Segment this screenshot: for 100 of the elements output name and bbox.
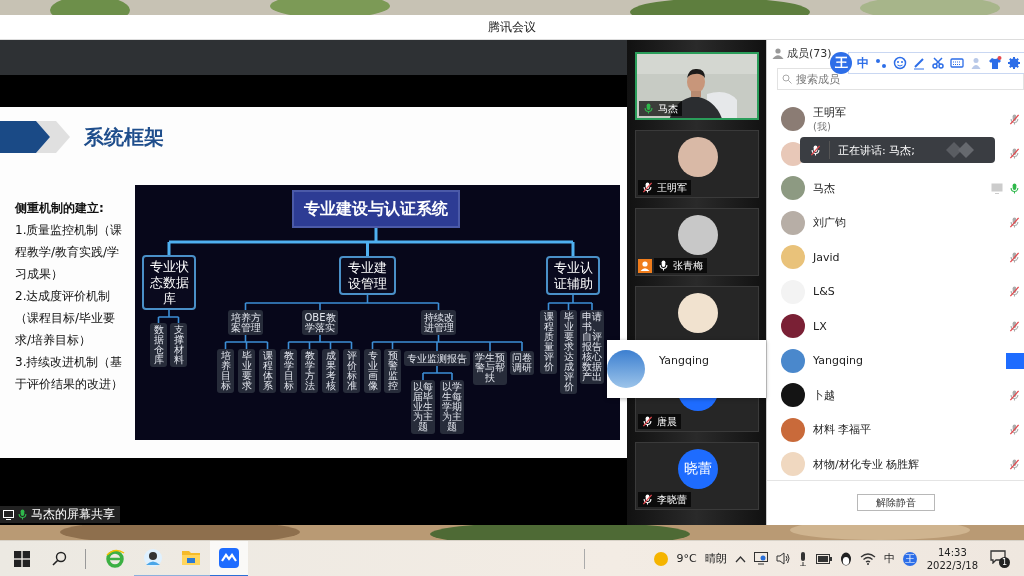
clock[interactable]: 14:33 2022/3/18 [926,545,978,572]
diagram-node: 专业状态数据库 [142,255,196,310]
scissors-icon[interactable] [931,56,945,70]
diagram-node: 课程质量评价 [540,310,557,374]
search-icon [782,74,792,84]
avatar [607,350,645,388]
pen-icon[interactable] [912,56,926,70]
slide-text: 2.达成度评价机制（课程目标/毕业要求/培养目标） [15,288,117,349]
diagram-node: 专业监测报告 [404,351,470,366]
smiley-icon[interactable] [893,56,907,70]
tree-connector [422,365,453,381]
slide-text: 侧重机制的建立: [15,200,105,217]
notification-count: 1 [999,556,1010,568]
tree-connector [287,334,353,350]
diagram-node: 毕业要求 [238,349,255,393]
avatar [781,417,805,442]
unmute-button[interactable]: 解除静音 [856,494,935,511]
member-name[interactable]: 卜越 [813,387,1009,403]
diagram-title: 专业建设与认证系统 [292,190,460,228]
participant-label: 唐晨 [638,414,681,429]
member-name[interactable]: 马杰 [813,180,991,196]
avatar [781,348,805,373]
diagram-node: 培养目标 [217,349,234,393]
member-name[interactable]: 刘广钧 [813,215,1009,231]
diagram-node: 教学方法 [301,349,318,393]
search-icon[interactable] [52,551,67,566]
diagram-node: 申请书、自评报告核心数据产出 [580,310,604,384]
diagram-node: 问卷调研 [510,351,534,375]
chevron-icon [0,121,70,153]
participant-label: 李晓蕾 [638,492,691,507]
hover-button[interactable] [1006,352,1024,369]
shirt-icon[interactable] [988,56,1002,70]
avatar [781,107,805,132]
diagram-node: 持续改进管理 [421,310,456,335]
avatar [781,210,805,235]
avatar [678,137,718,177]
start-icon[interactable] [14,550,30,567]
diagram-node: 毕业要求达成评价 [560,310,577,394]
participant-label: 王明军 [638,180,691,195]
share-label: 马杰的屏幕共享 [0,506,120,523]
microphone-icon[interactable] [797,551,808,566]
slide-heading: 系统框架 [84,123,164,151]
diagram-node: 课程体系 [259,349,276,393]
avatar [678,293,718,333]
member-name[interactable]: 材物/材化专业 杨胜辉 [813,456,1009,472]
window-title: 腾讯会议 [488,18,536,36]
slide-text: 1.质量监控机制（课程教学/教育实践/学习成果） [15,222,124,283]
person-icon [772,47,784,59]
tooltip-text: 正在讲话: 马杰; [838,142,916,158]
meeting-app-icon [219,547,239,568]
ime-logo[interactable]: 王 [902,551,917,566]
member-name[interactable]: 王明军 [813,104,1009,120]
screen-icon [3,509,14,520]
keyboard-icon[interactable] [950,56,964,70]
member-name[interactable]: Yangqing [813,354,1006,368]
avatar [781,245,805,270]
member-name: Yangqing [659,354,709,367]
diagram-node: 以每届毕业生为主题 [411,380,435,434]
member-name[interactable]: L&S [813,285,1009,299]
diagram-node: 支撑材料 [170,323,187,367]
tree-connector [157,309,180,324]
punctuation-icon[interactable] [874,56,888,70]
diagram-node: 专业画像 [364,349,381,393]
taskbar-app[interactable] [210,540,248,576]
notification-icon[interactable] [990,549,1006,564]
volume-icon[interactable] [775,552,790,565]
settings-icon[interactable] [1007,56,1021,70]
weather-condition[interactable]: 晴朗 [704,551,727,566]
diagram-node: 专业建设管理 [339,256,396,295]
diagram-node: 以学生每学期为主题 [440,380,464,434]
diagram-node: 教学目标 [280,349,297,393]
input-language[interactable]: 中 [883,551,895,566]
wifi-icon[interactable] [859,552,876,565]
panel-title: 成员(73) [787,45,832,61]
chevron-up-icon[interactable] [734,554,746,563]
diagram-node: 成果考核 [322,349,339,393]
temperature[interactable]: 9°C [676,552,697,565]
diagram-node: 专业认证辅助 [546,256,600,295]
participant-label: 马杰 [639,101,682,116]
diamond-icon [946,142,976,158]
diagram-node: 培养方案管理 [228,310,263,335]
avatar [678,215,718,255]
participant-label: 张青梅 [654,258,707,273]
folder-icon [181,548,201,567]
slide-text: 3.持续改进机制（基于评价结果的改进） [15,354,124,393]
avatar [781,383,805,408]
member-name[interactable]: 材料 李福平 [813,422,1009,438]
diagram-node: 预警监控 [384,349,401,393]
avatar [781,452,805,477]
diagram-node: OBE教学落实 [302,310,338,335]
member-name[interactable]: Javid [813,250,1009,264]
avatar: 晓蕾 [678,449,718,489]
network-monitor-icon[interactable] [753,552,768,565]
member-name[interactable]: LX [813,319,1009,333]
tree-connector [224,334,269,350]
diagram-node: 评价标准 [343,349,360,393]
penguin-icon[interactable] [839,551,852,566]
battery-icon[interactable] [815,553,832,564]
tree-connector [547,294,593,311]
person-icon [143,547,163,568]
